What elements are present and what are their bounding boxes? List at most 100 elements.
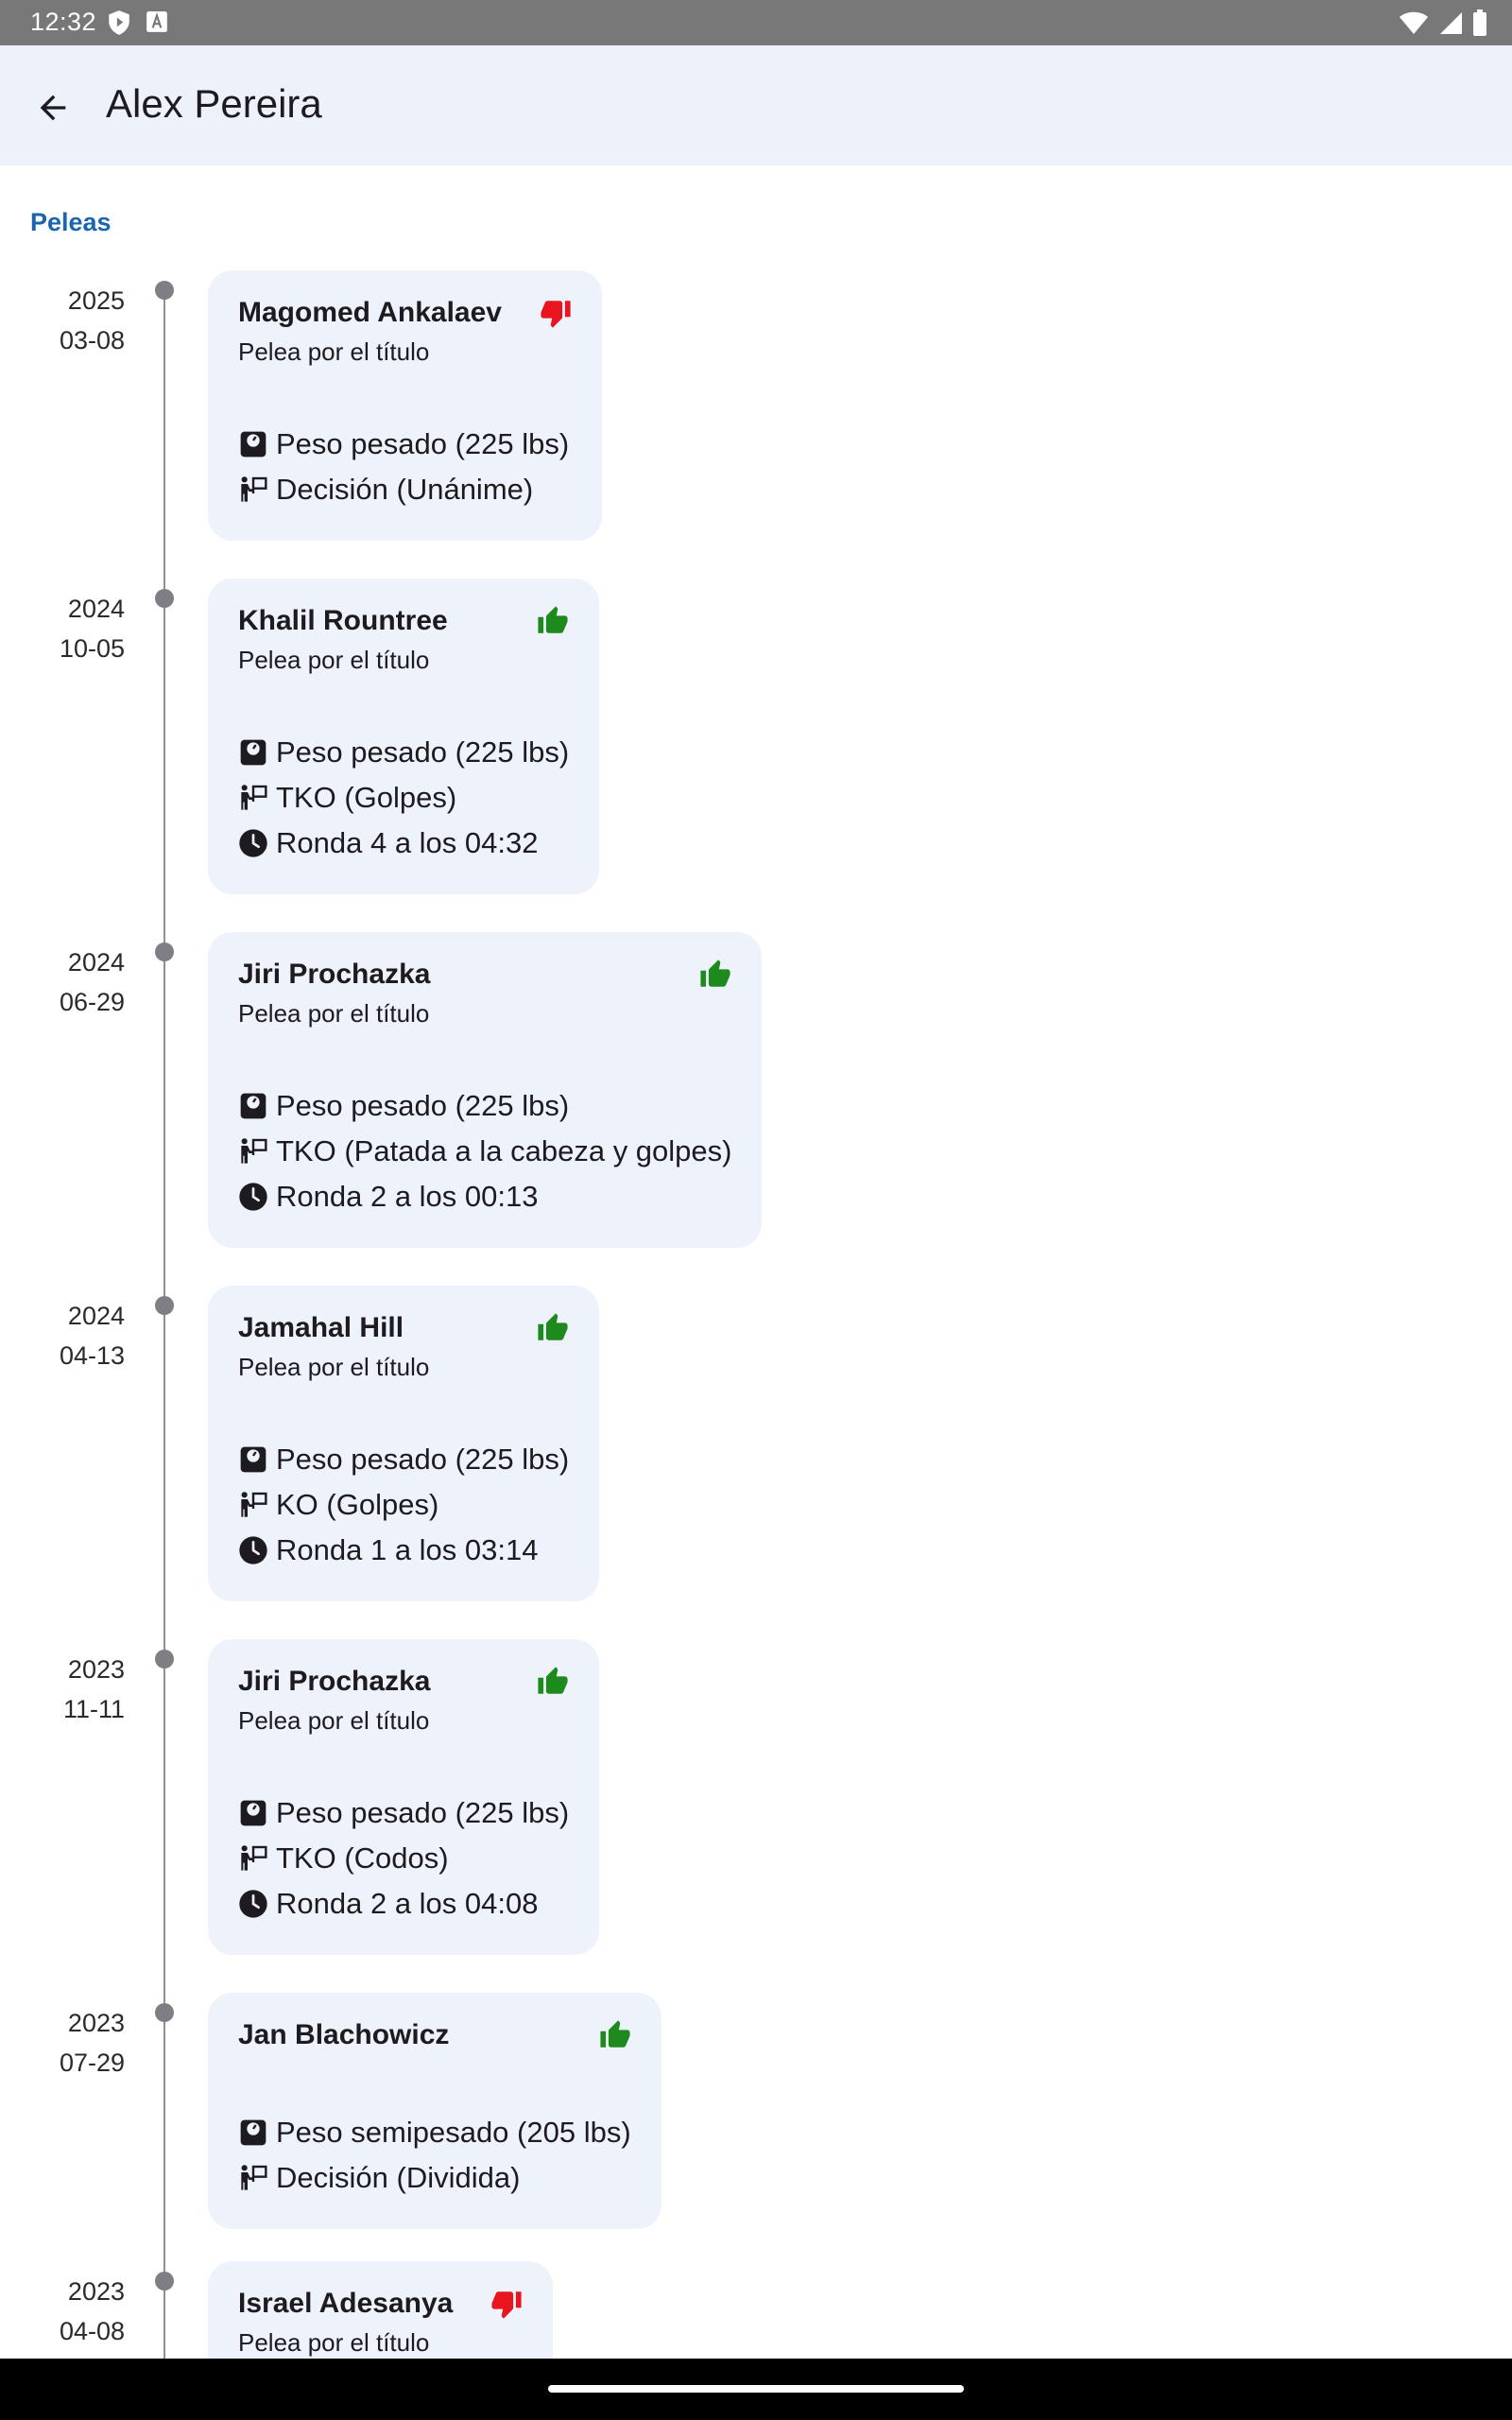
fight-month-day: 03-08 [59, 326, 125, 354]
fight-weight: Peso pesado (225 lbs) [238, 1437, 569, 1482]
fight-month-day: 06-29 [59, 988, 125, 1016]
fight-card[interactable]: Jiri Prochazka Pelea por el título Peso pe… [208, 1639, 600, 1955]
home-gesture-handle[interactable] [548, 2385, 964, 2393]
opponent-name: Magomed Ankalaev [238, 297, 502, 328]
scale-icon [238, 737, 276, 768]
scale-icon [238, 1091, 276, 1121]
fight-weight-text: Peso pesado (225 lbs) [276, 427, 570, 460]
timeline-dot [155, 281, 174, 300]
opponent-name: Jamahal Hill [238, 1312, 404, 1343]
fight-time-text: Ronda 1 a los 03:14 [276, 1533, 539, 1566]
thumb-up-icon [537, 1666, 569, 1698]
fight-date: 2023 11-11 [63, 1650, 125, 1729]
fight-date: 2023 07-29 [60, 2003, 125, 2083]
fight-year: 2024 [67, 948, 125, 977]
referee-icon [238, 475, 276, 505]
fight-weight: Peso pesado (225 lbs) [238, 1083, 731, 1129]
fight-year: 2023 [67, 1655, 125, 1684]
fight-card[interactable]: Khalil Rountree Pelea por el título Peso p… [208, 579, 600, 894]
fight-details: Peso semipesado (205 lbs) Decisión (Divid… [238, 2110, 631, 2201]
title-fight-label: Pelea por el título [238, 2328, 430, 2357]
fight-time: Ronda 2 a los 04:08 [238, 1881, 569, 1927]
fight-method: Decisión (Dividida) [238, 2155, 631, 2201]
scale-icon [238, 429, 276, 459]
fight-method-text: TKO (Golpes) [276, 781, 457, 814]
timeline-dot [155, 2003, 174, 2022]
referee-icon [238, 1490, 276, 1520]
section-label: Peleas [30, 208, 112, 236]
thumb-down-icon [540, 297, 572, 329]
opponent-name: Jiri Prochazka [238, 1666, 431, 1697]
scale-icon [238, 1798, 276, 1828]
fight-date: 2024 10-05 [60, 589, 125, 668]
fight-method: KO (Golpes) [238, 1482, 569, 1528]
opponent-name: Khalil Rountree [238, 605, 448, 636]
clock-icon [238, 1535, 276, 1565]
fight-date: 2024 04-13 [60, 1296, 125, 1375]
fight-weight: Peso pesado (225 lbs) [238, 422, 572, 467]
fight-card[interactable]: Jamahal Hill Pelea por el título Peso pesa… [208, 1286, 600, 1601]
title-fight-label: Pelea por el título [238, 1353, 430, 1381]
fight-details: Peso pesado (225 lbs) TKO (Patada a la ca… [238, 1083, 731, 1219]
fight-month-day: 04-08 [59, 2317, 125, 2345]
title-fight-label: Pelea por el título [238, 999, 430, 1028]
fight-time: Ronda 2 a los 00:13 [238, 1174, 731, 1219]
fight-weight-text: Peso pesado (225 lbs) [276, 1796, 570, 1829]
fight-date: 2025 03-08 [60, 281, 125, 360]
title-fight-label: Pelea por el título [238, 337, 430, 366]
referee-icon [238, 1136, 276, 1167]
referee-icon [238, 2163, 276, 2193]
fight-time-text: Ronda 2 a los 00:13 [276, 1180, 539, 1213]
fight-year: 2024 [67, 1302, 125, 1330]
fight-method-text: Decisión (Dividida) [276, 2161, 521, 2194]
opponent-name: Israel Adesanya [238, 2288, 454, 2319]
fight-weight-text: Peso pesado (225 lbs) [276, 1089, 570, 1122]
timeline-dot [155, 1650, 174, 1668]
fight-method: TKO (Patada a la cabeza y golpes) [238, 1129, 731, 1174]
timeline-dot [155, 2272, 174, 2290]
fight-method: Decisión (Unánime) [238, 467, 572, 512]
thumb-up-icon [537, 1312, 569, 1344]
fight-weight-text: Peso pesado (225 lbs) [276, 735, 570, 769]
fight-year: 2024 [67, 595, 125, 623]
title-fight-label: Pelea por el título [238, 646, 430, 674]
fight-weight: Peso semipesado (205 lbs) [238, 2110, 631, 2155]
fight-year: 2023 [67, 2277, 125, 2306]
fight-details: Peso pesado (225 lbs) Decisión (Unánime) [238, 422, 572, 512]
title-fight-label: Pelea por el título [238, 1706, 430, 1735]
referee-icon [238, 1843, 276, 1874]
fight-card[interactable]: Jan Blachowicz Peso semipesado (205 lbs) D… [208, 1993, 662, 2229]
fight-method-text: TKO (Codos) [276, 1841, 449, 1875]
fight-method: TKO (Golpes) [238, 775, 569, 821]
opponent-name: Jan Blachowicz [238, 2019, 450, 2050]
fight-month-day: 11-11 [62, 1695, 125, 1723]
fight-time-text: Ronda 2 a los 04:08 [276, 1887, 539, 1920]
fight-year: 2025 [67, 286, 125, 315]
fight-card[interactable]: Jiri Prochazka Pelea por el título Peso pe… [208, 932, 763, 1248]
fight-method-text: Decisión (Unánime) [276, 473, 534, 506]
fight-weight: Peso pesado (225 lbs) [238, 730, 569, 775]
referee-icon [238, 783, 276, 813]
fight-method-text: KO (Golpes) [276, 1488, 439, 1521]
fight-date: 2024 06-29 [60, 942, 125, 1022]
timeline-dot [155, 942, 174, 961]
fight-card[interactable]: Magomed Ankalaev Pelea por el título Peso … [208, 270, 602, 541]
fight-year: 2023 [67, 2009, 125, 2037]
clock-icon [238, 828, 276, 858]
thumb-up-icon [537, 605, 569, 637]
fight-weight-text: Peso semipesado (205 lbs) [276, 2116, 631, 2149]
fight-card[interactable]: Israel Adesanya Pelea por el título [208, 2261, 554, 2359]
clock-icon [238, 1889, 276, 1919]
thumb-up-icon [699, 959, 731, 991]
fight-details: Peso pesado (225 lbs) KO (Golpes) Ronda 1 … [238, 1437, 569, 1573]
fight-method-text: TKO (Patada a la cabeza y golpes) [276, 1134, 732, 1167]
fight-details: Peso pesado (225 lbs) TKO (Golpes) Ronda 4… [238, 730, 569, 866]
fight-weight-text: Peso pesado (225 lbs) [276, 1443, 570, 1476]
fight-time-text: Ronda 4 a los 04:32 [276, 826, 539, 859]
fight-time: Ronda 1 a los 03:14 [238, 1528, 569, 1573]
fight-timeline: Peleas 2025 03-08 Magomed Ankalaev Pelea po… [0, 0, 1512, 2359]
fight-month-day: 04-13 [59, 1341, 125, 1370]
thumb-down-icon [490, 2288, 523, 2320]
fight-method: TKO (Codos) [238, 1836, 569, 1881]
fight-details: Peso pesado (225 lbs) TKO (Codos) Ronda 2 … [238, 1790, 569, 1927]
